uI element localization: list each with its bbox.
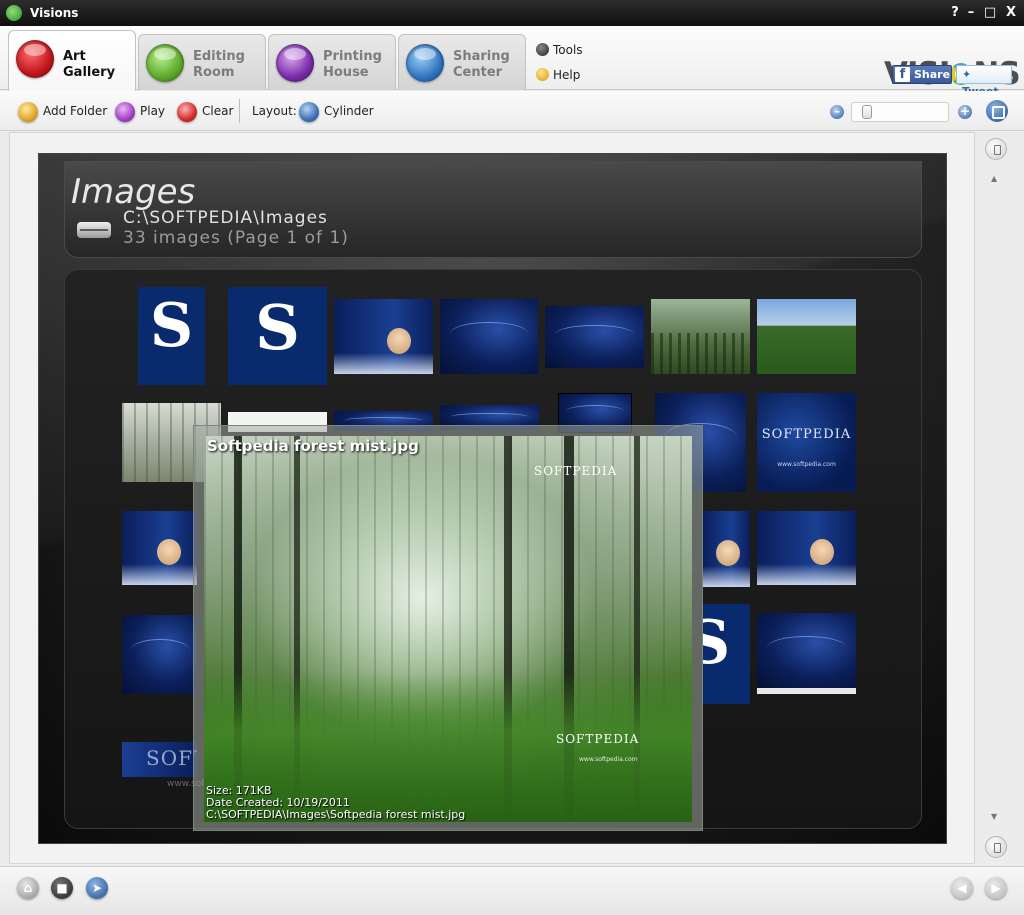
- art-gallery-icon: [16, 40, 54, 78]
- maximize-button[interactable]: □: [981, 4, 999, 22]
- thumbnail[interactable]: [122, 511, 197, 585]
- help-menu[interactable]: Help: [536, 68, 580, 82]
- tab-label: Editing Room: [193, 49, 245, 80]
- brush-icon: [146, 44, 184, 82]
- tab-printing-house[interactable]: Printing House: [268, 34, 396, 90]
- thumbnail[interactable]: [757, 299, 856, 374]
- preview-watermark-url: www.softpedia.com: [579, 756, 638, 763]
- zoom-slider[interactable]: [851, 102, 949, 122]
- scroll-up-arrow-icon[interactable]: ▲: [991, 174, 997, 183]
- add-folder-label: Add Folder: [43, 104, 108, 118]
- next-page-button[interactable]: ▶: [985, 877, 1007, 899]
- play-button[interactable]: Play: [115, 101, 166, 122]
- cylinder-layout-icon: [299, 101, 319, 122]
- thumbnail[interactable]: [757, 511, 856, 585]
- pointer-button[interactable]: ➤: [86, 877, 108, 899]
- add-folder-icon: [18, 101, 38, 122]
- image-count: 33 images (Page 1 of 1): [123, 228, 349, 248]
- module-tab-strip: Art Gallery Editing Room Printing House …: [0, 26, 1024, 92]
- play-label: Play: [140, 104, 166, 118]
- tools-label: Tools: [553, 43, 583, 57]
- layout-value: Cylinder: [324, 104, 374, 118]
- drive-icon: [77, 222, 111, 238]
- tab-label: Art Gallery: [63, 49, 116, 80]
- preview-watermark-lower: SOFTPEDIA: [556, 732, 640, 746]
- scroll-bottom-button[interactable]: [985, 836, 1007, 858]
- folder-path: C:\SOFTPEDIA\Images: [123, 208, 328, 228]
- thumbnail-letter: S: [703, 608, 731, 678]
- thumbnail[interactable]: [545, 306, 644, 368]
- thumbnail[interactable]: S: [138, 287, 205, 385]
- visions-window: Visions ? – □ X Art Gallery Editing Room…: [0, 0, 1024, 915]
- tools-menu[interactable]: Tools: [536, 43, 583, 57]
- bottom-bar: ⌂ ■ ➤ ◀ ▶: [0, 866, 1024, 915]
- document-icon: [276, 44, 314, 82]
- thumbnail[interactable]: S: [228, 287, 327, 385]
- scroll-down-arrow-icon[interactable]: ▼: [991, 812, 997, 821]
- tab-art-gallery[interactable]: Art Gallery: [8, 30, 136, 91]
- toolbar-divider: [239, 99, 240, 123]
- play-icon: [115, 101, 135, 122]
- tab-sharing-center[interactable]: Sharing Center: [398, 34, 526, 90]
- clear-button[interactable]: Clear: [177, 101, 234, 122]
- sharing-icon: [406, 44, 444, 82]
- thumbnail-watermark: SOFTPEDIA: [761, 427, 852, 442]
- fullscreen-button[interactable]: [986, 100, 1008, 122]
- tab-label: Printing House: [323, 49, 382, 80]
- help-label: Help: [553, 68, 581, 82]
- preview-watermark: SOFTPEDIA: [534, 464, 618, 478]
- thumbnail[interactable]: [440, 299, 538, 374]
- facebook-share-button[interactable]: f Share: [892, 65, 952, 84]
- tools-icon: [536, 43, 549, 56]
- visions-app-icon: [6, 5, 22, 21]
- thumbnail[interactable]: SOFTPEDIA www.softpedia.com: [757, 393, 856, 492]
- minimize-button[interactable]: –: [962, 4, 980, 22]
- tab-editing-room[interactable]: Editing Room: [138, 34, 266, 90]
- preview-title: Softpedia forest mist.jpg: [207, 437, 419, 455]
- thumbnail-watermark: SOFTPEDIA: [146, 746, 197, 770]
- gallery-heading: Images: [71, 172, 196, 212]
- thumbnail[interactable]: [703, 511, 750, 587]
- scroll-top-button[interactable]: [985, 138, 1007, 160]
- clear-label: Clear: [202, 104, 234, 118]
- zoom-out-button[interactable]: –: [830, 105, 844, 119]
- title-bar: Visions ? – □ X: [0, 0, 1024, 26]
- twitter-bird-icon: ✦: [962, 68, 972, 81]
- preview-path: C:\SOFTPEDIA\Images\Softpedia forest mis…: [206, 808, 466, 821]
- toolbar: Add Folder Play Clear Layout: Cylinder –…: [0, 91, 1024, 131]
- image-preview[interactable]: SOFTPEDIA SOFTPEDIA www.softpedia.com So…: [193, 425, 703, 831]
- clear-icon: [177, 101, 197, 122]
- home-button[interactable]: ⌂: [17, 877, 39, 899]
- tweet-button[interactable]: ✦ Tweet: [956, 65, 1012, 98]
- help-icon: [536, 68, 549, 81]
- layout-label: Layout:: [252, 104, 297, 118]
- vertical-scrollbar[interactable]: ▲ ▼: [985, 138, 1007, 861]
- previous-page-button[interactable]: ◀: [951, 877, 973, 899]
- add-folder-button[interactable]: Add Folder: [18, 101, 108, 122]
- preview-image: SOFTPEDIA SOFTPEDIA www.softpedia.com: [204, 436, 692, 822]
- thumbnail[interactable]: [334, 299, 433, 374]
- zoom-slider-thumb[interactable]: [861, 105, 872, 119]
- thumbnail-letter: S: [149, 291, 194, 361]
- thumbnail[interactable]: [122, 615, 197, 694]
- layout-selector[interactable]: Cylinder: [299, 101, 374, 122]
- facebook-icon: f: [895, 67, 910, 82]
- video-button[interactable]: ■: [51, 877, 73, 899]
- thumbnail[interactable]: [651, 299, 750, 374]
- thumbnail[interactable]: SOFTPEDIA: [122, 742, 197, 777]
- thumbnail[interactable]: [757, 613, 856, 694]
- tab-label: Sharing Center: [453, 49, 510, 80]
- window-title: Visions: [30, 6, 79, 20]
- thumbnail-url: www.softpedia.com: [777, 461, 836, 468]
- thumbnail-letter: S: [255, 291, 300, 364]
- thumbnail[interactable]: S: [703, 604, 750, 704]
- zoom-in-button[interactable]: +: [958, 105, 972, 119]
- close-button[interactable]: X: [1002, 4, 1020, 22]
- share-label: Share: [914, 68, 951, 81]
